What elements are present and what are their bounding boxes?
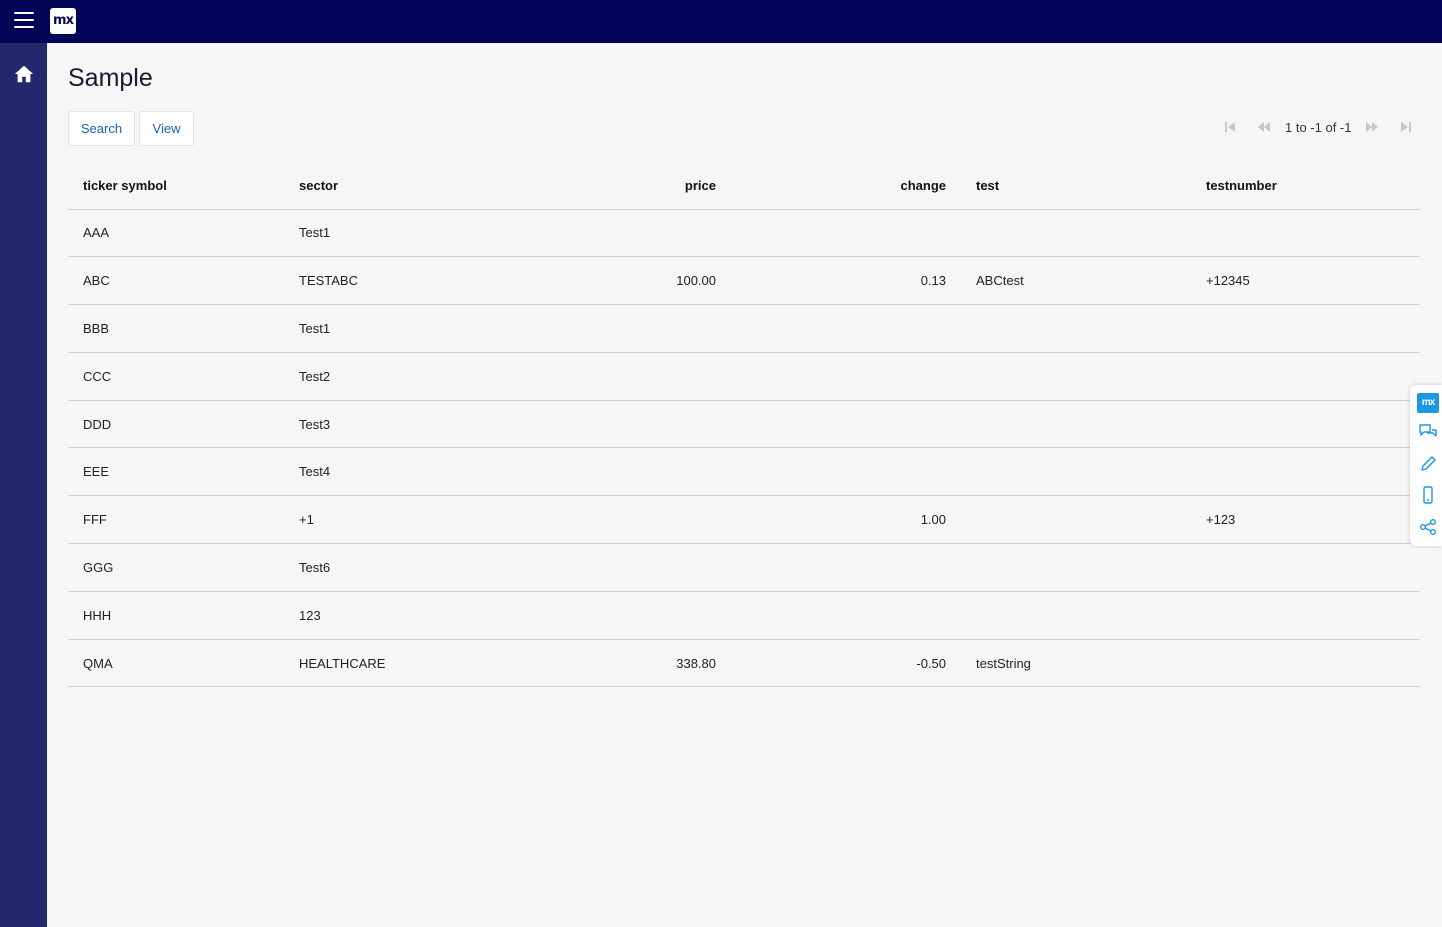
column-header-test[interactable]: test [961, 162, 1191, 210]
cell-change: 1.00 [731, 495, 961, 545]
cell-change [731, 543, 961, 592]
cell-testnumber [1191, 304, 1420, 353]
share-icon[interactable] [1418, 517, 1438, 537]
chat-icon[interactable] [1418, 422, 1438, 442]
cell-price: 100.00 [500, 256, 731, 306]
cell-price [500, 352, 731, 401]
cell-change [731, 304, 961, 353]
cell-sector: Test2 [284, 352, 500, 401]
cell-ticker-symbol: CCC [68, 352, 284, 401]
mendix-tools-logo[interactable]: mx [1417, 393, 1439, 413]
column-header-ticker-symbol[interactable]: ticker symbol [68, 162, 284, 210]
cell-ticker-symbol: QMA [68, 639, 284, 688]
cell-price: 338.80 [500, 639, 731, 688]
cell-change [731, 447, 961, 497]
pager-status: 1 to -1 of -1 [1285, 120, 1352, 135]
search-button[interactable]: Search [68, 111, 135, 146]
table-row[interactable]: EEE Test4 [68, 447, 1420, 497]
cell-price [500, 400, 731, 449]
side-tools-panel: mx [1410, 385, 1442, 546]
table-row[interactable]: GGG Test6 [68, 543, 1420, 592]
cell-price [500, 209, 731, 258]
column-header-sector[interactable]: sector [284, 162, 500, 210]
cell-testnumber [1191, 209, 1420, 258]
cell-testnumber [1191, 447, 1420, 497]
hamburger-menu-icon[interactable] [14, 12, 34, 30]
sidebar [0, 43, 47, 927]
table-row[interactable]: QMA HEALTHCARE 338.80 -0.50 testString [68, 639, 1420, 688]
cell-ticker-symbol: FFF [68, 495, 284, 545]
cell-ticker-symbol: HHH [68, 591, 284, 640]
column-header-change[interactable]: change [731, 162, 961, 210]
cell-change [731, 352, 961, 401]
cell-price [500, 591, 731, 640]
home-icon[interactable] [13, 63, 35, 85]
cell-testnumber: +12345 [1191, 256, 1420, 306]
table-row[interactable]: HHH 123 [68, 591, 1420, 640]
header-row: ticker symbol sector price change test t… [68, 162, 1420, 210]
cell-change [731, 591, 961, 640]
data-grid: ticker symbol sector price change test t… [68, 162, 1420, 688]
cell-sector: Test1 [284, 304, 500, 353]
cell-test [961, 352, 1191, 401]
next-page-icon[interactable] [1365, 120, 1379, 134]
cell-test [961, 447, 1191, 497]
cell-sector: HEALTHCARE [284, 639, 500, 688]
cell-ticker-symbol: BBB [68, 304, 284, 353]
pencil-icon[interactable] [1418, 454, 1438, 474]
cell-ticker-symbol: EEE [68, 447, 284, 497]
cell-price [500, 304, 731, 353]
cell-sector: TESTABC [284, 256, 500, 306]
cell-sector: 123 [284, 591, 500, 640]
cell-ticker-symbol: GGG [68, 543, 284, 592]
cell-ticker-symbol: AAA [68, 209, 284, 258]
previous-page-icon[interactable] [1257, 120, 1271, 134]
column-header-price[interactable]: price [500, 162, 731, 210]
cell-sector: Test6 [284, 543, 500, 592]
cell-test [961, 591, 1191, 640]
page-title: Sample [68, 64, 153, 92]
cell-testnumber [1191, 543, 1420, 592]
table-row[interactable]: CCC Test2 [68, 352, 1420, 401]
cell-test: ABCtest [961, 256, 1191, 306]
table-row[interactable]: AAA Test1 [68, 209, 1420, 258]
column-header-testnumber[interactable]: testnumber [1191, 162, 1420, 210]
cell-sector: Test1 [284, 209, 500, 258]
cell-change: -0.50 [731, 639, 961, 688]
view-button[interactable]: View [139, 111, 194, 146]
cell-ticker-symbol: DDD [68, 400, 284, 449]
cell-change [731, 400, 961, 449]
cell-test [961, 495, 1191, 545]
mobile-icon[interactable] [1418, 485, 1438, 505]
cell-testnumber [1191, 352, 1420, 401]
cell-testnumber [1191, 591, 1420, 640]
cell-testnumber [1191, 639, 1420, 688]
cell-price [500, 543, 731, 592]
cell-test [961, 209, 1191, 258]
cell-price [500, 447, 731, 497]
cell-sector: +1 [284, 495, 500, 545]
cell-sector: Test3 [284, 400, 500, 449]
app-logo[interactable]: mx [50, 8, 76, 34]
cell-test [961, 543, 1191, 592]
cell-price [500, 495, 731, 545]
cell-test [961, 304, 1191, 353]
cell-ticker-symbol: ABC [68, 256, 284, 306]
table-row[interactable]: DDD Test3 [68, 400, 1420, 449]
cell-test: testString [961, 639, 1191, 688]
table-row[interactable]: ABC TESTABC 100.00 0.13 ABCtest +12345 [68, 256, 1420, 306]
cell-test [961, 400, 1191, 449]
cell-testnumber [1191, 400, 1420, 449]
cell-change: 0.13 [731, 256, 961, 306]
cell-testnumber: +123 [1191, 495, 1420, 545]
first-page-icon[interactable] [1223, 120, 1237, 134]
cell-change [731, 209, 961, 258]
last-page-icon[interactable] [1399, 120, 1413, 134]
table-row[interactable]: FFF +1 1.00 +123 [68, 495, 1420, 545]
table-row[interactable]: BBB Test1 [68, 304, 1420, 353]
top-bar: mx [0, 0, 1442, 43]
cell-sector: Test4 [284, 447, 500, 497]
